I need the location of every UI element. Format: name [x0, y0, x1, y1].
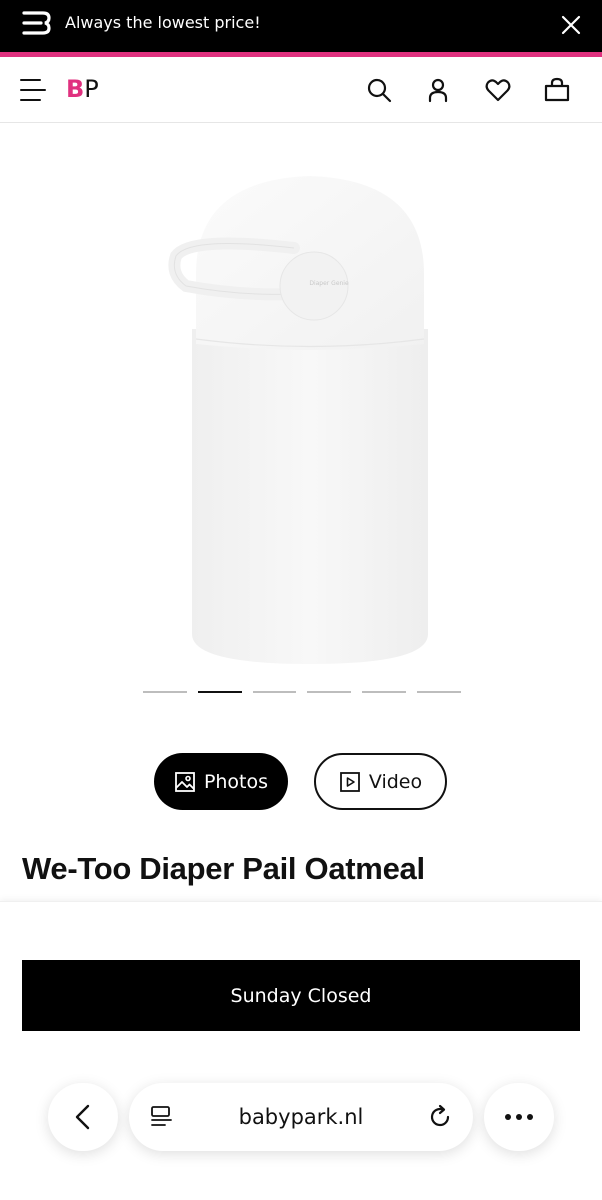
back-icon: [75, 1104, 90, 1130]
reload-icon[interactable]: [427, 1104, 453, 1130]
carousel-dot[interactable]: [252, 691, 297, 693]
store-hours-notice: Sunday Closed: [22, 960, 580, 1031]
bottom-sheet: [0, 901, 602, 1200]
carousel-dot[interactable]: [307, 691, 352, 693]
image-icon: [175, 771, 195, 792]
brand-b-logo-icon: [22, 11, 51, 35]
carousel-dot[interactable]: [197, 691, 242, 693]
store-hours-text: Sunday Closed: [230, 984, 372, 1007]
promo-bar: Always the lowest price!: [0, 0, 602, 52]
product-title: We-Too Diaper Pail Oatmeal: [22, 851, 425, 886]
product-image[interactable]: Diaper Genie: [0, 124, 602, 684]
heart-icon[interactable]: [485, 77, 511, 103]
carousel-indicators: [143, 691, 461, 694]
browser-more-button[interactable]: [484, 1083, 554, 1151]
brand-logo-b: B: [66, 75, 84, 103]
video-button[interactable]: Video: [314, 753, 447, 810]
carousel-dot[interactable]: [143, 691, 187, 693]
brand-logo[interactable]: B P: [66, 77, 99, 101]
video-label: Video: [368, 770, 423, 793]
carousel-dot[interactable]: [362, 691, 407, 693]
browser-back-button[interactable]: [48, 1083, 118, 1151]
play-icon: [339, 771, 360, 792]
bag-icon[interactable]: [544, 77, 570, 103]
reader-icon[interactable]: [149, 1105, 175, 1129]
promo-text: Always the lowest price!: [65, 13, 261, 32]
browser-url[interactable]: babypark.nl: [239, 1105, 364, 1129]
close-icon[interactable]: [558, 12, 584, 38]
photos-label: Photos: [203, 770, 269, 793]
carousel-dot[interactable]: [417, 691, 461, 693]
account-icon[interactable]: [425, 77, 451, 103]
brand-logo-p: P: [84, 75, 99, 103]
browser-address-bar[interactable]: babypark.nl: [129, 1083, 473, 1151]
menu-icon[interactable]: [20, 77, 46, 103]
product-brand-mark: Diaper Genie: [309, 280, 349, 287]
photos-button[interactable]: Photos: [154, 753, 288, 810]
site-header: B P: [0, 57, 602, 123]
page: Always the lowest price! B P Diaper Geni…: [0, 0, 602, 1200]
search-icon[interactable]: [366, 77, 392, 103]
more-icon: [505, 1114, 533, 1120]
